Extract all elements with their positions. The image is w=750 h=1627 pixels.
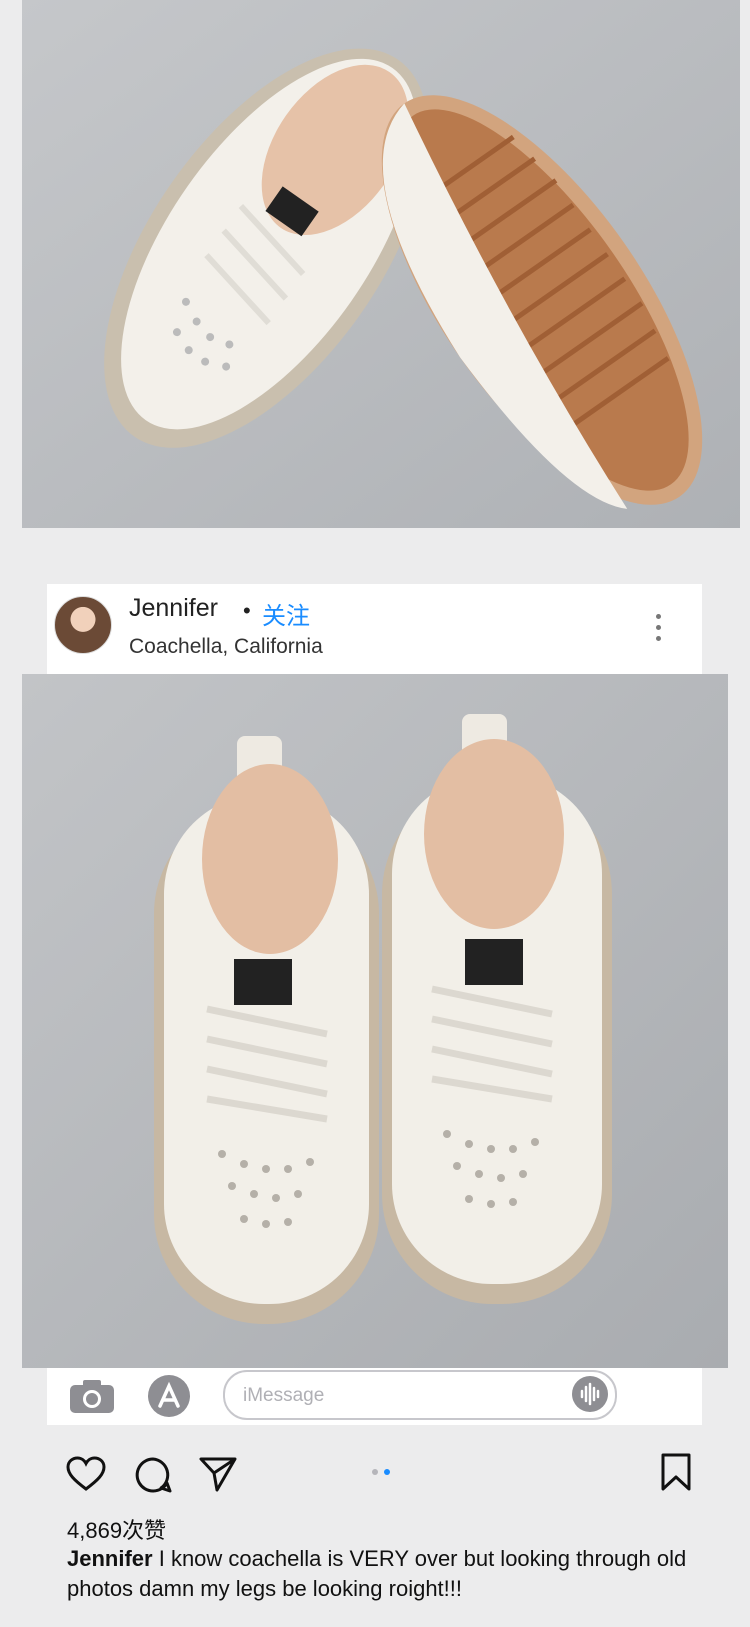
heart-icon[interactable] <box>66 1456 106 1492</box>
pager-dots <box>372 1469 392 1477</box>
app-store-icon[interactable] <box>145 1374 193 1418</box>
likes-count[interactable]: 4,869次赞 <box>67 1513 166 1545</box>
send-icon[interactable] <box>198 1455 238 1493</box>
pager-dot-active <box>384 1469 390 1475</box>
post-photo[interactable] <box>22 674 728 1368</box>
follow-button[interactable]: 关注 <box>262 596 310 631</box>
caption: Jennifer I know coachella is VERY over b… <box>67 1544 707 1604</box>
audio-wave-icon[interactable] <box>571 1375 609 1413</box>
comment-icon[interactable] <box>134 1456 172 1494</box>
separator-dot: • <box>243 598 251 623</box>
pager-dot <box>372 1469 378 1475</box>
avatar[interactable] <box>54 596 112 654</box>
more-vertical-icon[interactable] <box>656 614 661 644</box>
imessage-bar: iMessage <box>47 1368 702 1425</box>
imessage-input[interactable]: iMessage <box>223 1370 617 1420</box>
location-label[interactable]: Coachella, California <box>129 635 323 659</box>
caption-author[interactable]: Jennifer <box>67 1546 153 1571</box>
caption-text: I know coachella is VERY over but lookin… <box>67 1546 687 1601</box>
camera-icon[interactable] <box>69 1378 115 1414</box>
username[interactable]: Jennifer <box>129 594 218 623</box>
imessage-placeholder: iMessage <box>243 1385 325 1406</box>
product-photo-top <box>22 0 740 528</box>
post-header: Jennifer • 关注 Coachella, California <box>47 584 702 674</box>
bookmark-icon[interactable] <box>660 1452 692 1492</box>
